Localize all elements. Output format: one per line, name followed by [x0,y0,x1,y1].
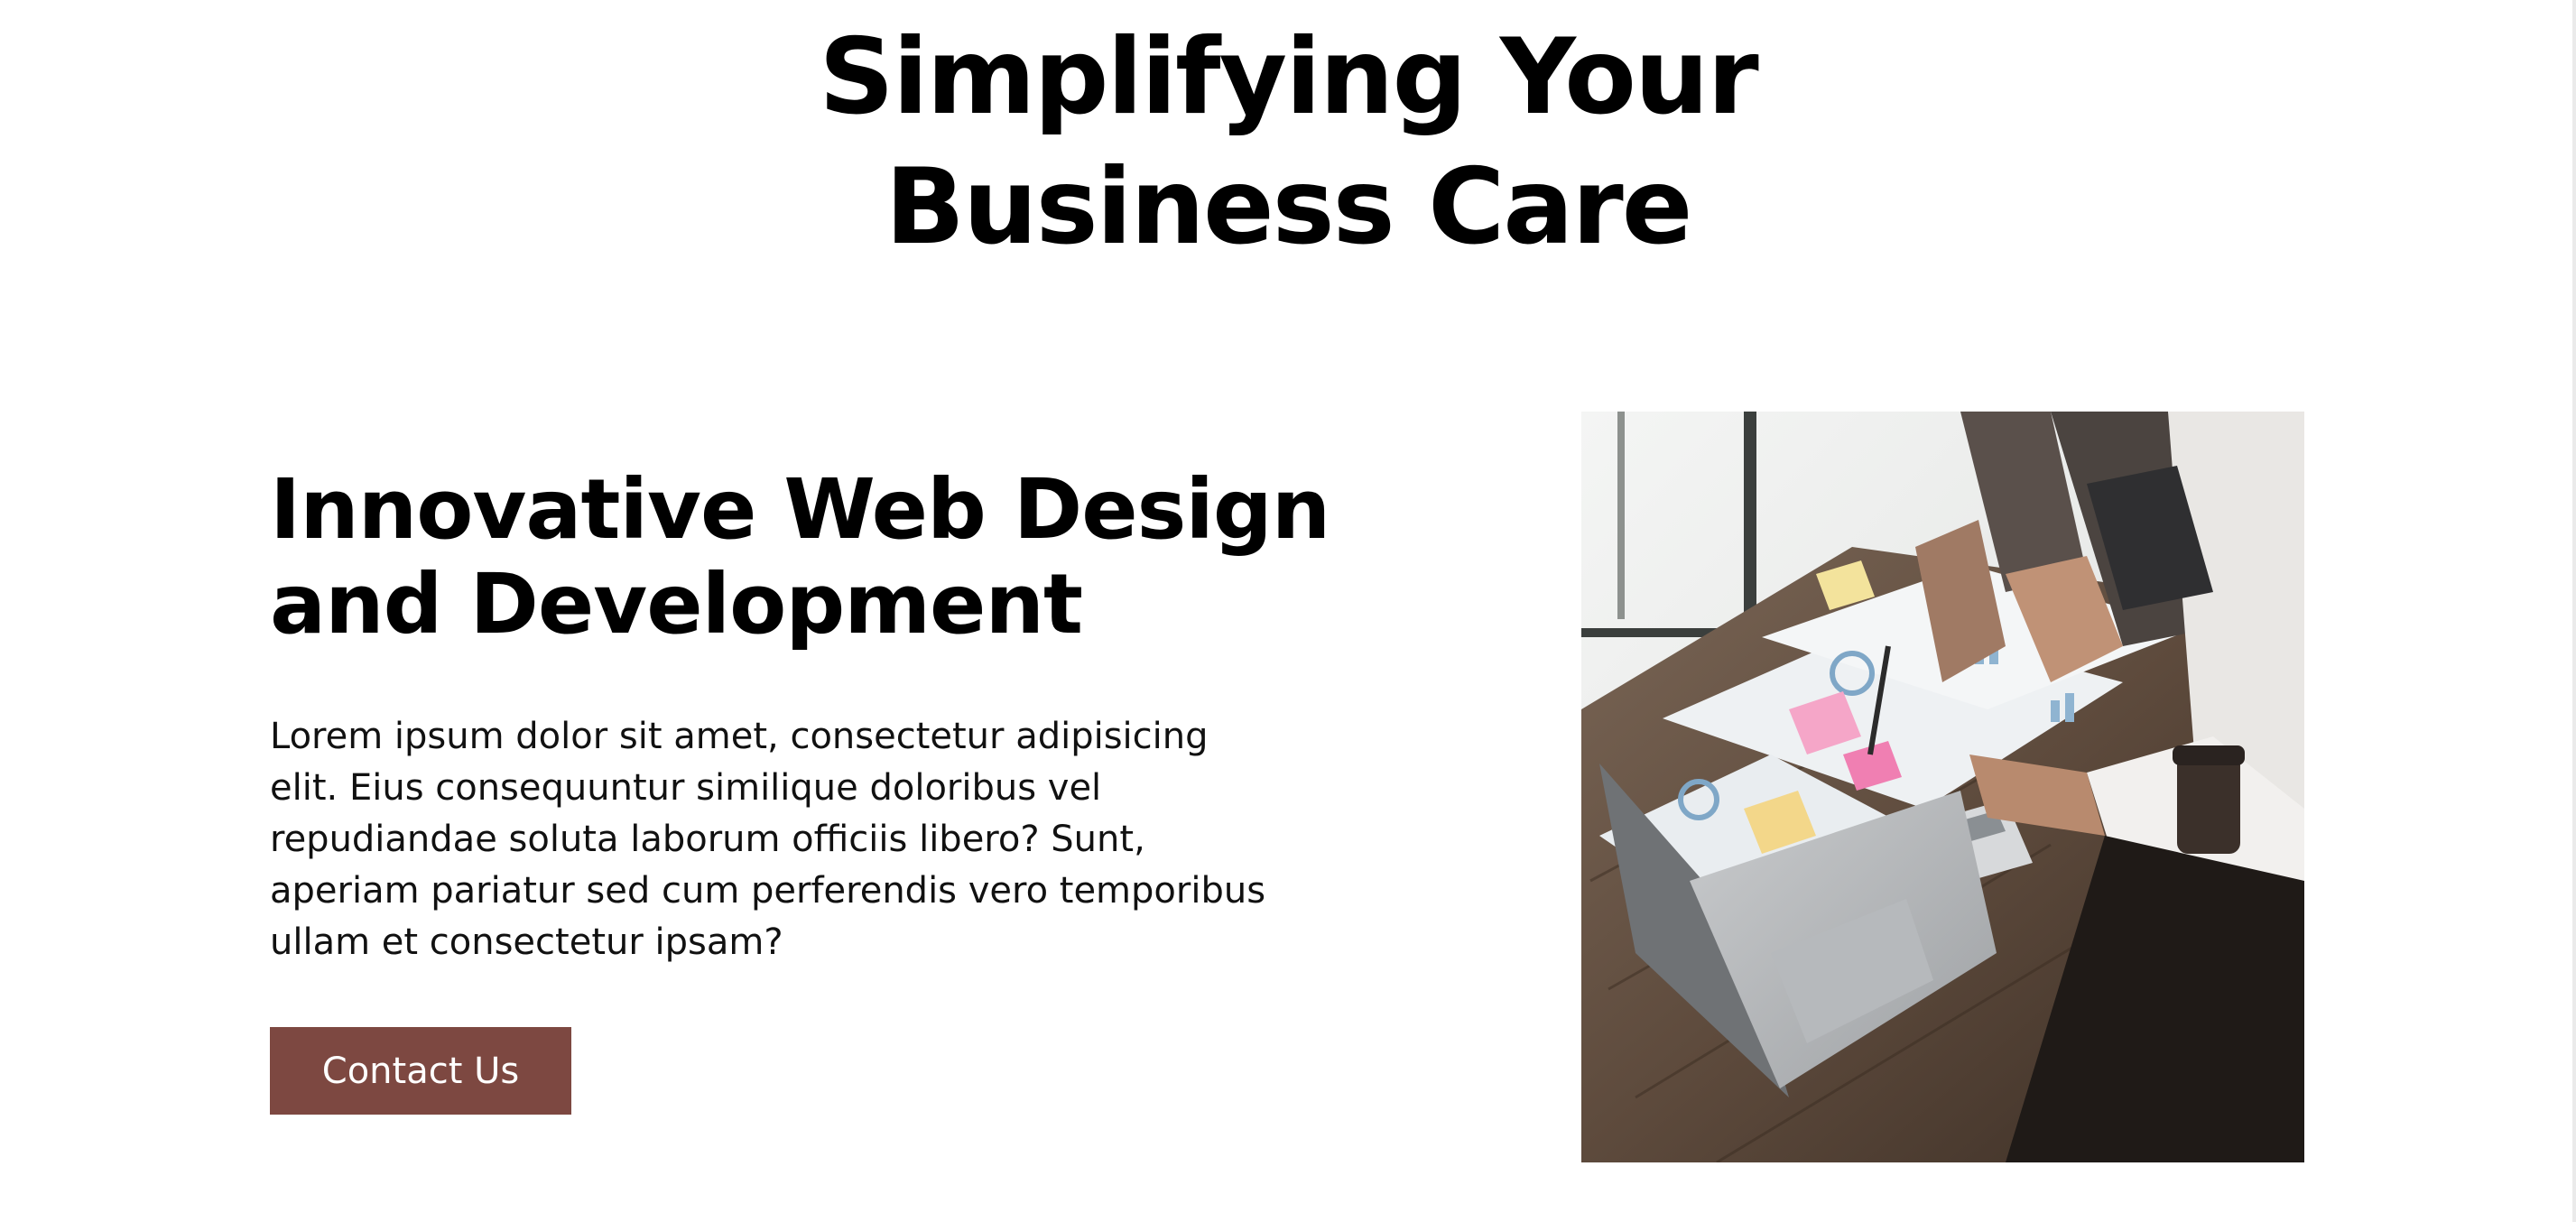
hero-title-line-2: Business Care [885,146,1693,268]
section-heading-line-1: Innovative Web Design [270,461,1330,558]
hero-title: Simplifying Your Business Care [0,13,2576,273]
page-edge-divider [2572,0,2576,1222]
page: Simplifying Your Business Care Innovativ… [0,0,2576,1222]
team-meeting-photo [1581,412,2304,1162]
section-heading-line-2: and Development [270,556,1083,653]
contact-us-button[interactable]: Contact Us [270,1027,571,1115]
section-heading: Innovative Web Design and Development [270,462,1353,652]
section-body-text: Lorem ipsum dolor sit amet, consectetur … [270,716,1266,963]
hero-title-line-1: Simplifying Your [819,16,1758,138]
